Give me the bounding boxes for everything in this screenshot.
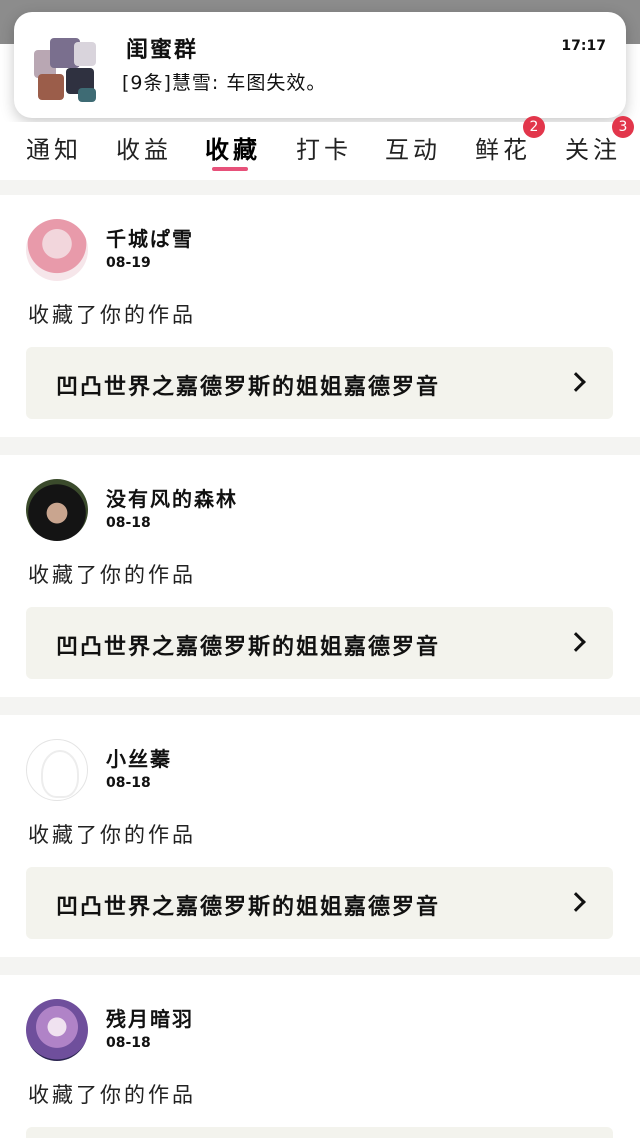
chevron-right-icon — [566, 892, 586, 912]
tab-favorites[interactable]: 收藏 — [205, 130, 261, 165]
tab-checkin[interactable]: 打卡 — [296, 130, 352, 165]
action-text: 收藏了你的作品 — [28, 563, 196, 587]
username[interactable]: 千城ぱ雪 — [106, 223, 194, 252]
active-tab-indicator — [212, 167, 248, 171]
username[interactable]: 没有风的森林 — [106, 483, 238, 512]
group-avatar — [34, 38, 100, 104]
list-item: 小丝蓁 08-18 收藏了你的作品 凹凸世界之嘉德罗斯的姐姐嘉德罗音 — [0, 715, 640, 957]
date: 08-18 — [106, 515, 151, 531]
work-title: 凹凸世界之嘉德罗斯的姐姐嘉德罗音 — [56, 635, 441, 660]
username[interactable]: 残月暗羽 — [106, 1003, 194, 1032]
tab-flowers[interactable]: 鲜花 — [475, 130, 531, 165]
tab-follows[interactable]: 关注 — [565, 130, 621, 165]
notification-banner[interactable]: 闺蜜群 17:17 [9条]慧雪: 车图失效。 — [14, 12, 626, 118]
work-link[interactable]: 凹凸世界之嘉德罗斯的姐姐嘉德罗音 — [26, 347, 613, 419]
action-text: 收藏了你的作品 — [28, 303, 196, 327]
notification-time: 17:17 — [561, 38, 606, 54]
work-link[interactable]: 凹凸世界之嘉德罗斯的姐姐嘉德罗音 — [26, 607, 613, 679]
tab-bar: 通知 收益 收藏 打卡 互动 鲜花 2 关注 3 — [0, 116, 640, 180]
chevron-right-icon — [566, 632, 586, 652]
chevron-right-icon — [566, 372, 586, 392]
notification-title: 闺蜜群 — [126, 38, 199, 63]
date: 08-18 — [106, 1035, 151, 1051]
avatar[interactable] — [26, 739, 88, 801]
tab-earnings[interactable]: 收益 — [116, 130, 172, 165]
work-link[interactable]: 凹凸世界之嘉德罗斯的姐姐嘉德罗音 — [26, 867, 613, 939]
list-item: 残月暗羽 08-18 收藏了你的作品 — [0, 975, 640, 1138]
tab-interactions[interactable]: 互动 — [385, 130, 441, 165]
tab-notifications[interactable]: 通知 — [26, 130, 82, 165]
work-link[interactable] — [26, 1127, 613, 1138]
avatar[interactable] — [26, 219, 88, 281]
action-text: 收藏了你的作品 — [28, 823, 196, 847]
date: 08-19 — [106, 255, 151, 271]
notification-message: [9条]慧雪: 车图失效。 — [122, 72, 327, 94]
avatar[interactable] — [26, 479, 88, 541]
action-text: 收藏了你的作品 — [28, 1083, 196, 1107]
avatar[interactable] — [26, 999, 88, 1061]
username[interactable]: 小丝蓁 — [106, 743, 172, 772]
work-title: 凹凸世界之嘉德罗斯的姐姐嘉德罗音 — [56, 895, 441, 920]
work-title: 凹凸世界之嘉德罗斯的姐姐嘉德罗音 — [56, 375, 441, 400]
date: 08-18 — [106, 775, 151, 791]
list-item: 没有风的森林 08-18 收藏了你的作品 凹凸世界之嘉德罗斯的姐姐嘉德罗音 — [0, 455, 640, 697]
follows-badge: 3 — [612, 116, 634, 138]
list-item: 千城ぱ雪 08-19 收藏了你的作品 凹凸世界之嘉德罗斯的姐姐嘉德罗音 — [0, 195, 640, 437]
flowers-badge: 2 — [523, 116, 545, 138]
